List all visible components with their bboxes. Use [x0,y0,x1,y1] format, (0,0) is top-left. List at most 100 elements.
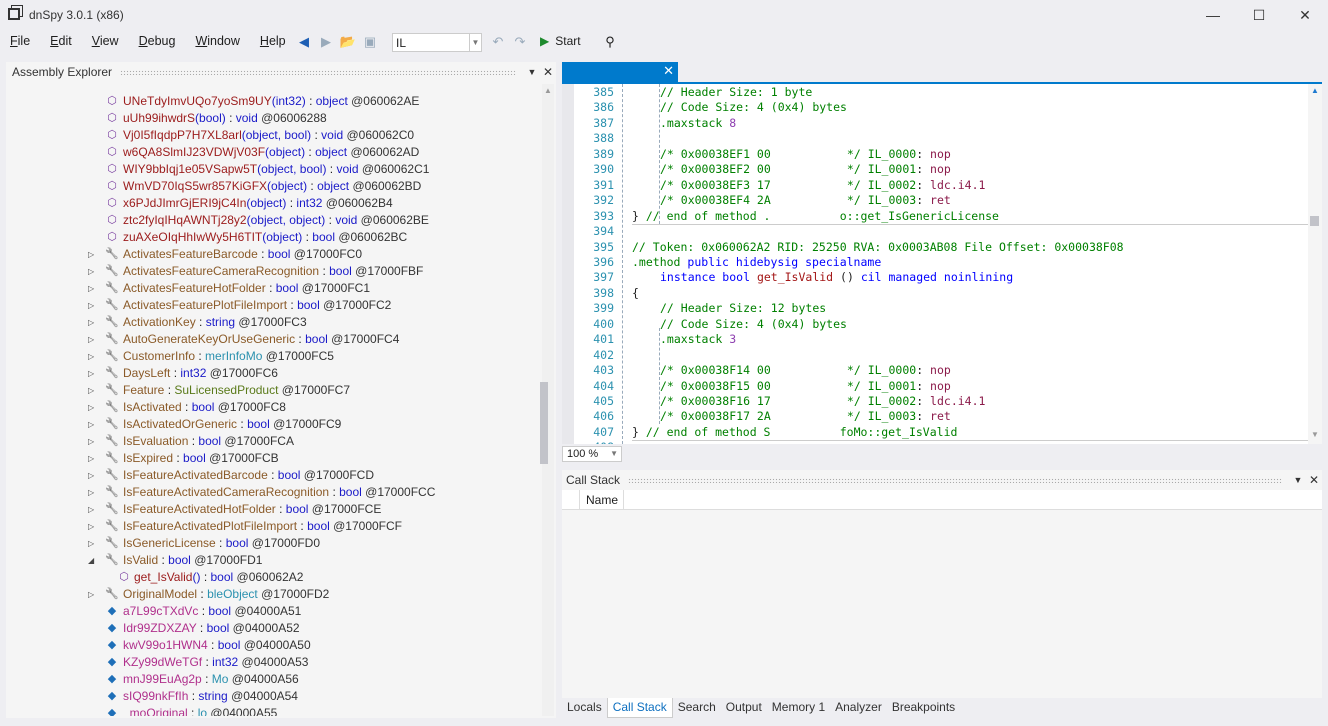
member-name: w6QA8SlmIJ23VDWjV03F [123,145,266,159]
tab-breakpoints[interactable]: Breakpoints [887,698,960,718]
member-type: void [235,111,258,125]
property-wrench-icon: 🔧 [105,401,119,413]
code-token: // Code Size: 4 (0x4) bytes [660,100,847,115]
close-button[interactable]: ✕ [1282,0,1328,30]
expand-icon[interactable]: ▷ [88,416,98,433]
search-icon[interactable]: ⚲ [600,32,620,52]
line-number: 400 [593,316,614,331]
redo-icon[interactable]: ↷ [510,32,530,52]
start-button[interactable]: ▶ Start [540,34,581,48]
column-name[interactable]: Name [580,490,624,509]
member-name: Idr99ZDXZAY [123,621,197,635]
expand-icon[interactable]: ▷ [88,535,98,552]
code-token: cil managed noinlining [860,270,1014,285]
close-tab-icon[interactable]: ✕ [663,63,674,79]
member-type: bool [305,332,328,346]
member-name: Vj0I5fIqdpP7H7XL8arl [123,128,242,142]
language-select[interactable]: IL ▼ [392,33,482,52]
scrollbar-thumb[interactable] [540,382,548,464]
line-number: 391 [593,177,614,192]
code-line: 391 /* 0x00038EF3 17 */ IL_0002: ldc.i4.1 [562,178,1308,193]
expand-icon[interactable]: ▷ [88,263,98,280]
member-token: @060062AE [351,94,420,108]
menu-file[interactable]: File [0,34,40,48]
member-name: Feature [123,383,165,397]
member-token: @04000A53 [241,655,309,669]
member-name: IsFeatureActivatedCameraRecognition [123,485,330,499]
open-folder-icon[interactable]: 📂 [338,32,358,52]
line-number: 393 [593,208,614,223]
code-token: : [916,394,931,408]
expand-icon[interactable]: ▷ [88,280,98,297]
expand-icon[interactable]: ▷ [88,382,98,399]
member-token: @060062BC [338,230,408,244]
member-type: SuLicensedProduct [174,383,279,397]
member-token: @17000FC2 [323,298,392,312]
member-token: @17000FC9 [273,417,342,431]
member-token: @060062B4 [325,196,393,210]
tab-output[interactable]: Output [721,698,767,718]
menu-edit[interactable]: Edit [40,34,82,48]
expand-icon[interactable]: ▷ [88,450,98,467]
member-type: bool [307,519,330,533]
expand-icon[interactable]: ▷ [88,501,98,518]
expand-icon[interactable]: ▷ [88,484,98,501]
property-wrench-icon: 🔧 [105,435,119,447]
close-icon[interactable]: ✕ [1306,473,1322,487]
close-icon[interactable]: ✕ [540,65,556,79]
expand-icon[interactable]: ▷ [88,314,98,331]
expand-icon[interactable]: ▷ [88,467,98,484]
undo-icon[interactable]: ↶ [488,32,508,52]
code-token: ldc.i4.1 [930,177,986,192]
expanded-icon[interactable]: ◢ [88,552,98,569]
member-name: CustomerInfo [123,349,196,363]
code-token: : [916,193,931,208]
tab-locals[interactable]: Locals [562,698,607,718]
back-icon[interactable]: ◀ [294,32,314,52]
property-wrench-icon: 🔧 [105,486,119,498]
expand-icon[interactable]: ▷ [88,399,98,416]
dropdown-icon[interactable]: ▼ [1290,475,1306,485]
expand-icon[interactable]: ▷ [88,297,98,314]
menu-help[interactable]: Help [250,34,296,48]
member-token: @17000FC3 [238,315,307,329]
expand-icon[interactable]: ▷ [88,348,98,365]
forward-icon[interactable]: ▶ [316,32,336,52]
dropdown-icon[interactable]: ▼ [524,67,540,77]
expand-icon[interactable]: ▷ [88,365,98,382]
member-token: @17000FC7 [281,383,351,397]
expand-icon[interactable]: ▷ [88,518,98,535]
chevron-down-icon[interactable]: ▼ [469,34,481,51]
member-type: bool [275,281,299,295]
drag-grip[interactable] [120,69,516,75]
tree-item-label: w6QA8SlmIJ23VDWjV03F(object) : object @0… [123,145,420,159]
member-name: ActivatesFeatureHotFolder [123,281,266,295]
code-text: /* 0x00038F16 17 */ IL_0002: ldc.i4.1 [660,394,985,409]
chevron-down-icon[interactable]: ▼ [610,449,618,458]
member-name: kwV99o1HWN4 [123,638,208,652]
drag-grip[interactable] [628,477,1282,483]
expand-icon[interactable]: ▷ [88,433,98,450]
tab-call-stack[interactable]: Call Stack [606,698,673,718]
code-token: // end of method . o::get_IsGenericLicen… [645,208,999,223]
expand-icon[interactable]: ▷ [88,586,98,603]
tab-analyzer[interactable]: Analyzer [830,698,887,718]
tab-search[interactable]: Search [673,698,721,718]
code-editor[interactable]: 385 // Header Size: 1 byte 386 // Code Size… [562,84,1308,444]
maximize-button[interactable]: ☐ [1236,0,1282,30]
expand-icon[interactable]: ▷ [88,331,98,348]
menu-debug[interactable]: Debug [129,34,186,48]
save-icon[interactable]: ▣ [360,32,380,52]
menu-window[interactable]: Window [185,34,249,48]
editor-scrollbar[interactable]: ▲ ▼ [1308,84,1322,444]
code-token: // Code Size: 4 (0x4) bytes [660,316,847,331]
menu-view[interactable]: View [82,34,129,48]
zoom-level-select[interactable]: 100 % ▼ [562,446,622,462]
menu-mnemonic: D [138,34,148,48]
tab-memory-1[interactable]: Memory 1 [767,698,830,718]
member-token: @17000FCC [365,485,436,499]
expand-icon[interactable]: ▷ [88,246,98,263]
document-tab[interactable]: ✕ [562,62,678,82]
minimize-button[interactable]: — [1190,0,1236,30]
code-token: () [833,270,861,285]
